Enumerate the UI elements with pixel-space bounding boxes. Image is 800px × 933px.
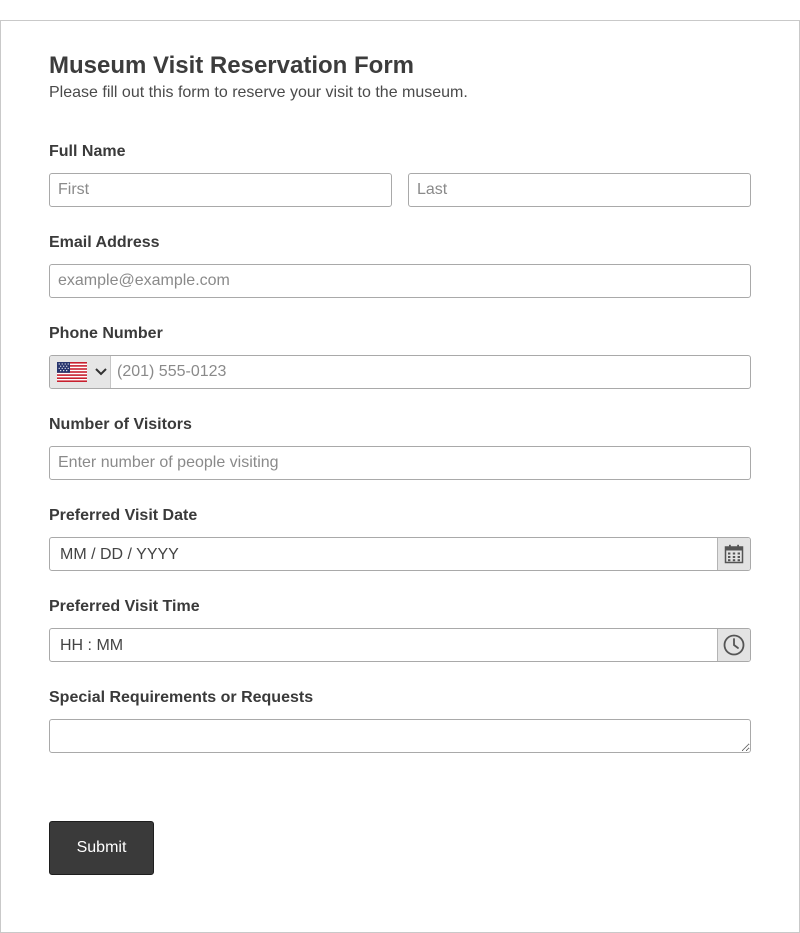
chevron-down-icon bbox=[95, 368, 107, 376]
clock-icon bbox=[723, 634, 745, 656]
visit-date-field[interactable]: MM / DD / YYYY bbox=[49, 537, 751, 571]
time-format-text: HH : MM bbox=[60, 637, 124, 654]
requests-label: Special Requirements or Requests bbox=[49, 689, 314, 706]
date-format-text: MM / DD / YYYY bbox=[60, 546, 179, 563]
full-name-label: Full Name bbox=[49, 143, 126, 160]
email-input[interactable] bbox=[49, 264, 751, 298]
requests-textarea[interactable] bbox=[49, 719, 751, 753]
email-label: Email Address bbox=[49, 234, 160, 251]
last-name-input[interactable] bbox=[408, 173, 751, 207]
phone-field[interactable]: (201) 555-0123 bbox=[49, 355, 751, 389]
form-title: Museum Visit Reservation Form bbox=[49, 52, 414, 79]
first-name-input[interactable] bbox=[49, 173, 392, 207]
us-flag-icon bbox=[57, 362, 87, 382]
submit-button[interactable]: Submit bbox=[49, 821, 154, 875]
calendar-button[interactable] bbox=[717, 538, 750, 570]
clock-button[interactable] bbox=[717, 629, 750, 661]
visitors-input[interactable] bbox=[49, 446, 751, 480]
country-code-select[interactable] bbox=[50, 356, 111, 388]
visit-time-label: Preferred Visit Time bbox=[49, 598, 200, 615]
form-subtitle: Please fill out this form to reserve you… bbox=[49, 84, 468, 101]
calendar-icon bbox=[724, 544, 744, 564]
phone-placeholder: (201) 555-0123 bbox=[117, 363, 227, 380]
visit-time-field[interactable]: HH : MM bbox=[49, 628, 751, 662]
visit-date-label: Preferred Visit Date bbox=[49, 507, 198, 524]
visitors-label: Number of Visitors bbox=[49, 416, 192, 433]
phone-label: Phone Number bbox=[49, 325, 163, 342]
